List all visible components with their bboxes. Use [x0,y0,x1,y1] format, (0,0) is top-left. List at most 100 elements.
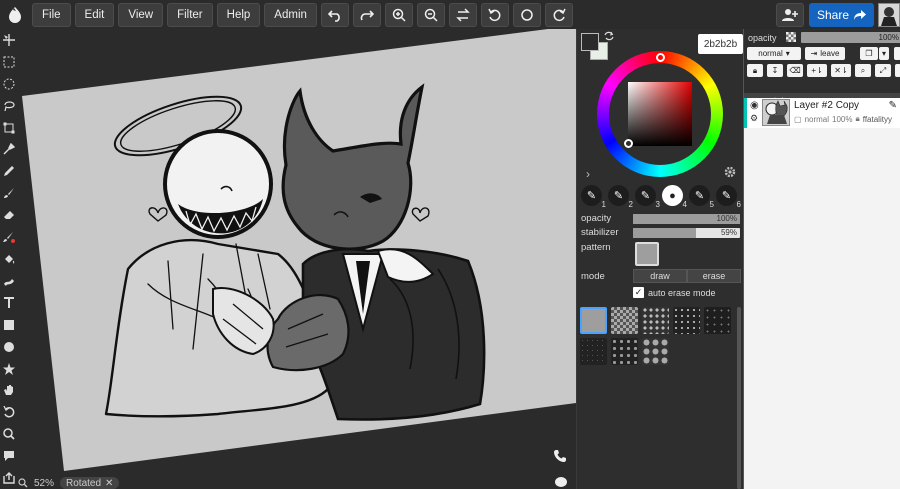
eraser-icon[interactable] [0,204,18,226]
auto-erase-checkbox[interactable]: ✓ auto erase mode [633,287,716,298]
blend-mode-select[interactable]: normal ▾ [747,47,801,60]
layer-menu-chevron-icon[interactable]: ▾ [879,47,889,60]
drawing-canvas[interactable] [18,29,576,489]
clear-layer-icon[interactable]: ⌫ [787,64,803,77]
mode-draw-button[interactable]: draw [633,269,687,283]
hue-handle[interactable] [656,53,665,62]
stabilizer-slider[interactable]: 59% [633,228,740,238]
chevron-down-icon: ▾ [785,49,790,58]
brush-slot-number: 2 [628,200,633,209]
layer-settings-icon[interactable]: ⚙︎ [750,113,758,124]
brush-color-icon[interactable] [0,226,18,248]
layer-trash-icon[interactable] [895,64,900,77]
texture-swatch-dots-small[interactable] [673,307,700,334]
texture-swatch-dots-sparse[interactable] [704,307,731,334]
help-menu-button[interactable]: Help [216,2,261,27]
visibility-eye-icon[interactable]: ◉ [750,100,759,111]
settings-gear-icon[interactable] [724,166,736,178]
flip-icon[interactable] [448,2,477,27]
delete-layer-icon[interactable] [894,47,900,60]
rotated-chip[interactable]: Rotated ✕ [60,477,120,489]
color-wheel[interactable] [597,51,723,177]
fill-bucket-icon[interactable] [0,248,18,270]
hand-tool-icon[interactable] [0,380,18,402]
rotate-tool-icon[interactable] [0,401,18,423]
add-user-icon[interactable] [775,2,804,27]
texture-swatch-stars[interactable] [611,338,638,365]
user-avatar[interactable] [878,2,900,27]
ellipse-tool-icon[interactable] [0,336,18,358]
view-menu-button[interactable]: View [118,2,164,27]
redo-icon[interactable] [352,2,381,27]
canvas-artwork[interactable] [18,29,576,489]
remove-layer-icon[interactable]: ✕⇂ [831,64,851,77]
rectangle-tool-icon[interactable] [0,314,18,336]
layer-name: Layer #2 Copy [794,100,860,111]
fullscreen-icon[interactable]: ⤢ [875,64,891,77]
export-icon[interactable] [0,467,18,489]
rect-select-icon[interactable] [0,51,18,73]
expand-arrow-icon[interactable]: › [586,167,590,181]
texture-swatch-plain[interactable] [580,307,607,334]
comment-tool-icon[interactable] [0,445,18,467]
close-icon[interactable]: ✕ [105,478,113,489]
smudge-icon[interactable] [0,270,18,292]
saturation-square[interactable] [628,82,692,146]
brush-panel-scrollbar[interactable] [737,307,741,489]
brush-slot-number: 5 [709,200,714,209]
texture-swatch-checker[interactable] [611,307,638,334]
rotate-left-icon[interactable] [480,2,509,27]
text-tool-icon[interactable] [0,292,18,314]
brush-slot-3[interactable]: ✎ 3 [635,185,660,209]
brush-slot-6[interactable]: ✎ 6 [716,185,741,209]
edit-menu-button[interactable]: Edit [74,2,115,27]
pattern-selector[interactable] [635,242,659,266]
leave-button[interactable]: ⇥ leave [805,47,845,60]
rotate-reset-icon[interactable] [512,2,541,27]
brush-slot-4[interactable]: ● 4 [662,185,687,209]
brush-icon[interactable] [0,182,18,204]
add-layer-icon[interactable]: +⇂ [807,64,827,77]
eyedropper-icon[interactable] [0,139,18,161]
layer-owner: ffatalityy [862,114,892,124]
brush-slot-1[interactable]: ✎ 1 [581,185,606,209]
star-tool-icon[interactable] [0,358,18,380]
transform-icon[interactable] [0,117,18,139]
file-menu-button[interactable]: File [32,2,71,27]
layer-search-icon[interactable]: ⌕ [855,64,871,77]
zoom-out-icon[interactable] [416,2,445,27]
lock-icon[interactable]: 🔒︎ [747,64,763,77]
zoom-in-icon[interactable] [384,2,413,27]
call-icon[interactable] [553,449,567,463]
rotate-right-icon[interactable] [544,2,573,27]
mode-erase-button[interactable]: erase [687,269,741,283]
duplicate-layer-icon[interactable]: ❐ [860,47,878,60]
primary-color-swatch[interactable] [581,33,599,51]
admin-menu-button[interactable]: Admin [264,2,317,27]
app-logo-icon[interactable] [4,4,26,26]
lasso-icon[interactable] [0,95,18,117]
move-tool-icon[interactable] [0,29,18,51]
transparency-icon[interactable] [786,32,796,42]
share-button[interactable]: Share [808,2,874,27]
layer-opacity-slider[interactable]: 100% [801,32,900,43]
filter-menu-button[interactable]: Filter [167,2,213,27]
saturation-handle[interactable] [624,139,633,148]
layer-item[interactable]: ◉ ⚙︎ Layer #2 Copy ✎ ▢ normal 100% 🔒︎ ff… [744,98,900,128]
layer-edit-icon[interactable]: ✎ [889,100,897,111]
brush-slot-2[interactable]: ✎ 2 [608,185,633,209]
swap-colors-icon[interactable] [604,31,614,41]
hex-color-input[interactable]: 2b2b2b [698,34,743,54]
texture-swatch-dots-light[interactable] [642,307,669,334]
brush-slot-5[interactable]: ✎ 5 [689,185,714,209]
texture-swatch-noise[interactable] [580,338,607,365]
undo-icon[interactable] [320,2,349,27]
merge-down-icon[interactable]: ↧ [767,64,783,77]
zoom-tool-icon[interactable] [0,423,18,445]
texture-swatch-circles[interactable] [642,338,669,365]
pencil-icon[interactable] [0,160,18,182]
brush-slot-number: 3 [655,200,660,209]
ellipse-select-icon[interactable] [0,73,18,95]
chat-icon[interactable] [554,476,568,489]
brush-opacity-slider[interactable]: 100% [633,214,740,224]
